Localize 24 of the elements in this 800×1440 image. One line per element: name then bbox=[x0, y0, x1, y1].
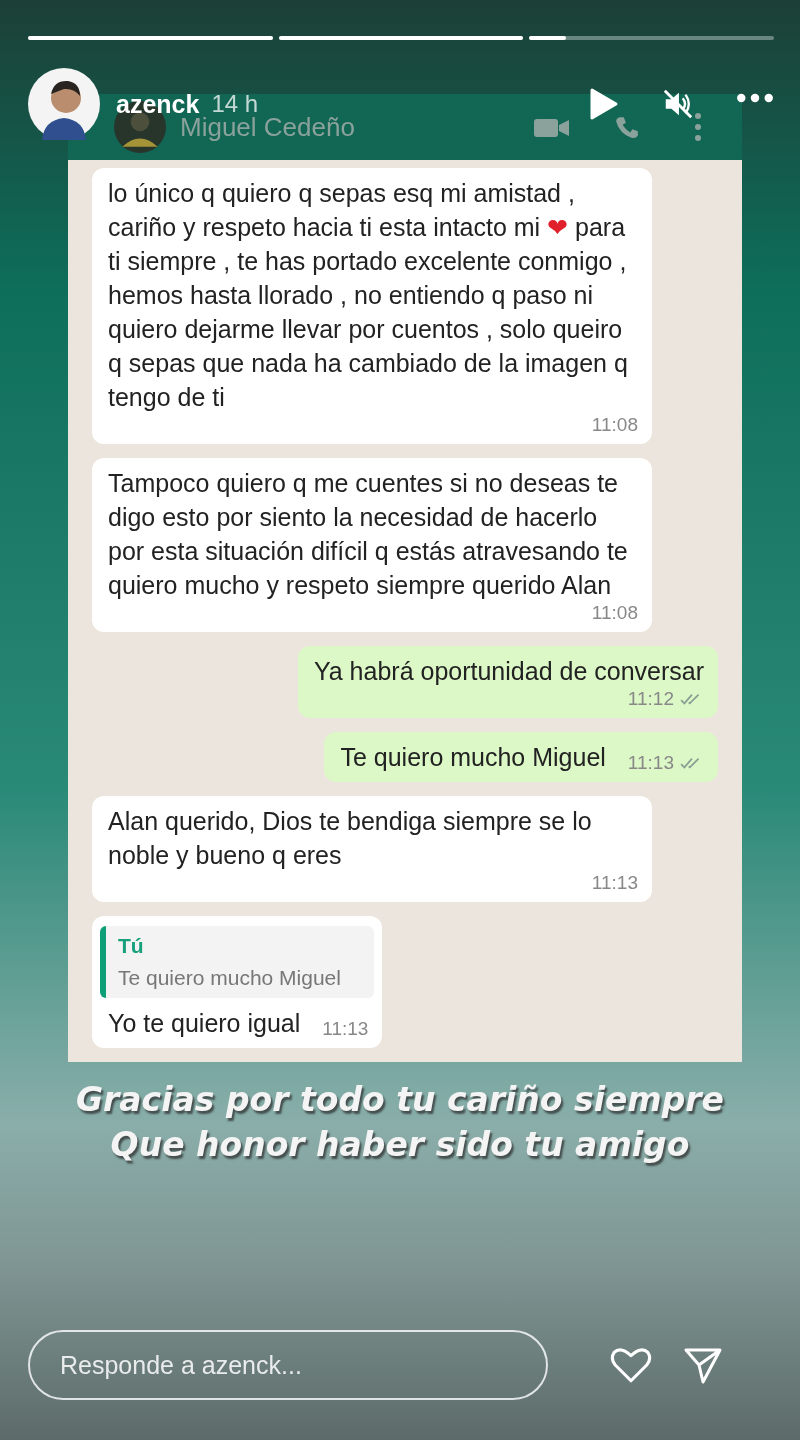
muted-speaker-icon[interactable] bbox=[662, 87, 694, 121]
message-time: 11:08 bbox=[591, 414, 638, 436]
play-icon[interactable] bbox=[588, 87, 620, 121]
heart-icon[interactable] bbox=[610, 1345, 652, 1385]
quote-author: Tú bbox=[118, 934, 145, 958]
reply-field[interactable]: Responde a azenck... bbox=[28, 1330, 548, 1400]
profile-avatar[interactable] bbox=[28, 68, 100, 140]
message-time: 11:13 bbox=[591, 872, 638, 894]
message-time: 11:13 bbox=[322, 1018, 369, 1040]
more-options-icon[interactable] bbox=[736, 92, 774, 104]
post-time: 14 h bbox=[211, 90, 259, 117]
message-text: Yo te quiero igual bbox=[108, 1008, 301, 1039]
message-time: 11:08 bbox=[591, 602, 638, 624]
message-text: Te quiero mucho Miguel bbox=[340, 742, 606, 773]
message-text: lo único q quiero q sepas esq mi amistad , cariño y respeto hacia ti esta intacto mi ❤ para ti siempre , te has portado excelente conmigo , hemos hasta llorado , no entiendo q paso ni quiero dejarme llevar por cuentos , solo queiro q sepas que nada ha cambiado de la imagen q tengo de ti bbox=[108, 178, 629, 413]
story-caption: Que honor haber sido tu amigo bbox=[110, 1125, 690, 1164]
story-caption: Gracias por todo tu cariño siempre bbox=[76, 1080, 724, 1119]
message-text: Tampoco quiero q me cuentes si no deseas te digo esto por siento la necesidad de hacerlo por esta situación difícil q estás atravesando te quiero mucho y respeto siempre querido Alan bbox=[108, 468, 629, 601]
username[interactable]: azenck bbox=[116, 89, 200, 119]
message-text: Alan querido, Dios te bendiga siempre se lo noble y bueno q eres bbox=[108, 806, 593, 871]
quote-text: Te quiero mucho Miguel bbox=[118, 966, 342, 990]
message-time: 11:12 bbox=[627, 688, 674, 710]
message-text: Ya habrá oportunidad de conversar bbox=[313, 656, 704, 687]
message-time: 11:13 bbox=[627, 752, 674, 774]
